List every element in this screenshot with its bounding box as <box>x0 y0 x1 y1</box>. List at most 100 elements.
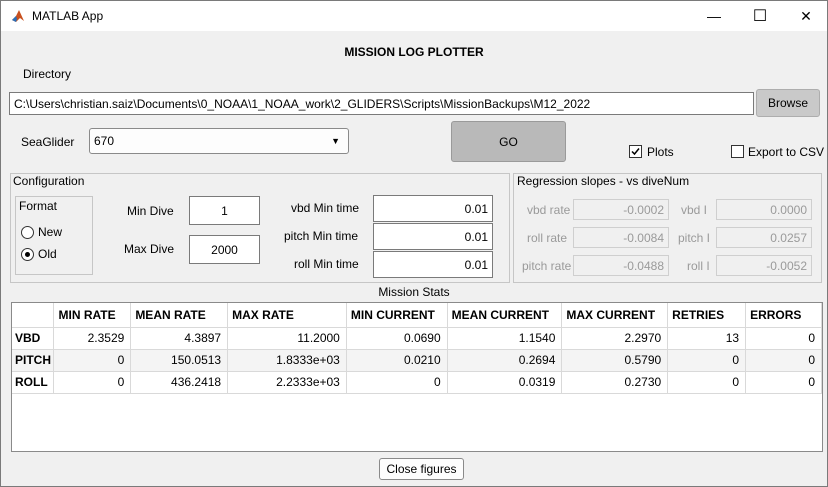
table-cell[interactable]: 436.2418 <box>130 371 229 394</box>
table-header-row: MIN RATE MEAN RATE MAX RATE MIN CURRENT … <box>12 303 822 328</box>
pitch-rate-field: -0.0488 <box>573 255 669 276</box>
table-cell[interactable]: 150.0513 <box>130 349 229 372</box>
format-old-label: Old <box>38 247 57 261</box>
mission-stats-title: Mission Stats <box>378 285 450 299</box>
column-header[interactable]: MEAN CURRENT <box>447 303 563 328</box>
export-csv-checkbox[interactable] <box>731 145 744 158</box>
column-header[interactable]: MIN CURRENT <box>346 303 448 328</box>
min-dive-label: Min Dive <box>127 204 174 218</box>
format-new-label: New <box>38 225 63 239</box>
pitch-i-label: pitch I <box>678 231 711 245</box>
checkmark-icon <box>631 148 640 156</box>
seaglider-dropdown[interactable]: 670 ▼ <box>89 128 349 154</box>
pitch-i-value: 0.0257 <box>770 230 807 245</box>
column-header[interactable]: MEAN RATE <box>130 303 229 328</box>
max-dive-field[interactable]: 2000 <box>189 235 260 264</box>
table-cell[interactable]: 0.2694 <box>447 349 563 372</box>
table-row: VBD 2.3529 4.3897 11.2000 0.0690 1.1540 … <box>12 327 822 350</box>
row-header[interactable]: PITCH <box>12 349 55 372</box>
table-cell[interactable]: 0 <box>745 349 822 372</box>
seaglider-label: SeaGlider <box>21 135 75 149</box>
vbd-rate-value: -0.0002 <box>623 202 664 217</box>
table-cell[interactable]: 0 <box>667 371 747 394</box>
seaglider-selected: 670 <box>94 134 115 148</box>
roll-min-time-label: roll Min time <box>294 257 359 271</box>
column-header[interactable]: RETRIES <box>667 303 747 328</box>
browse-button[interactable]: Browse <box>756 89 820 117</box>
format-new-radio[interactable] <box>21 226 34 239</box>
vbd-min-time-value: 0.01 <box>464 201 488 216</box>
close-button[interactable]: ✕ <box>783 1 828 31</box>
close-icon: ✕ <box>800 7 812 24</box>
directory-label: Directory <box>23 67 72 81</box>
table-cell[interactable]: 0 <box>745 327 822 350</box>
minimize-icon: — <box>707 8 721 24</box>
roll-rate-field: -0.0084 <box>573 227 669 248</box>
mission-stats-table[interactable]: MIN RATE MEAN RATE MAX RATE MIN CURRENT … <box>11 302 823 452</box>
app-title: MISSION LOG PLOTTER <box>344 45 484 59</box>
go-label: GO <box>499 134 518 149</box>
directory-value: C:\Users\christian.saiz\Documents\0_NOAA… <box>14 96 591 111</box>
directory-field[interactable]: C:\Users\christian.saiz\Documents\0_NOAA… <box>9 92 754 115</box>
table-cell[interactable]: 0.2730 <box>561 371 669 394</box>
table-cell[interactable]: 2.2333e+03 <box>227 371 347 394</box>
column-header[interactable]: MAX CURRENT <box>561 303 669 328</box>
roll-i-field: -0.0052 <box>716 255 812 276</box>
vbd-i-field: 0.0000 <box>716 199 812 220</box>
title-bar: MATLAB App — ☐ ✕ <box>1 1 827 31</box>
max-dive-label: Max Dive <box>124 242 175 256</box>
table-cell[interactable]: 2.3529 <box>53 327 132 350</box>
table-cell[interactable]: 0 <box>667 349 747 372</box>
column-header[interactable] <box>12 303 55 328</box>
pitch-min-time-field[interactable]: 0.01 <box>373 223 493 250</box>
table-cell[interactable]: 4.3897 <box>130 327 229 350</box>
table-cell[interactable]: 0.0210 <box>346 349 448 372</box>
roll-rate-value: -0.0084 <box>623 230 664 245</box>
close-figures-button[interactable]: Close figures <box>379 458 464 480</box>
pitch-rate-label: pitch rate <box>522 259 572 273</box>
table-cell[interactable]: 0.5790 <box>561 349 669 372</box>
maximize-icon: ☐ <box>752 8 768 25</box>
export-csv-label: Export to CSV <box>748 145 825 159</box>
table-cell[interactable]: 13 <box>667 327 747 350</box>
roll-rate-label: roll rate <box>527 231 568 245</box>
pitch-min-time-value: 0.01 <box>464 229 488 244</box>
plots-checkbox[interactable] <box>629 145 642 158</box>
vbd-i-label: vbd I <box>681 203 708 217</box>
chevron-down-icon: ▼ <box>331 136 340 146</box>
window-title: MATLAB App <box>32 9 104 23</box>
column-header[interactable]: MAX RATE <box>227 303 347 328</box>
table-cell[interactable]: 1.1540 <box>447 327 563 350</box>
table-cell[interactable]: 0 <box>53 349 132 372</box>
roll-min-time-field[interactable]: 0.01 <box>373 251 493 278</box>
column-header[interactable]: MIN RATE <box>53 303 132 328</box>
table-cell[interactable]: 2.2970 <box>561 327 669 350</box>
min-dive-field[interactable]: 1 <box>189 196 260 225</box>
table-cell[interactable]: 1.8333e+03 <box>227 349 347 372</box>
table-cell[interactable]: 0 <box>53 371 132 394</box>
row-header[interactable]: VBD <box>12 327 55 350</box>
vbd-i-value: 0.0000 <box>770 202 807 217</box>
table-cell[interactable]: 0 <box>745 371 822 394</box>
maximize-button[interactable]: ☐ <box>737 1 783 31</box>
vbd-min-time-field[interactable]: 0.01 <box>373 195 493 222</box>
table-row: ROLL 0 436.2418 2.2333e+03 0 0.0319 0.27… <box>12 371 822 394</box>
roll-min-time-value: 0.01 <box>464 257 488 272</box>
max-dive-value: 2000 <box>211 242 238 257</box>
go-button[interactable]: GO <box>451 121 566 162</box>
close-figures-label: Close figures <box>386 462 457 476</box>
format-old-radio[interactable] <box>21 248 34 261</box>
plots-label: Plots <box>647 145 674 159</box>
table-row: PITCH 0 150.0513 1.8333e+03 0.0210 0.269… <box>12 349 822 372</box>
min-dive-value: 1 <box>221 203 228 218</box>
table-cell[interactable]: 0.0690 <box>346 327 448 350</box>
configuration-title: Configuration <box>13 174 85 188</box>
table-cell[interactable]: 0 <box>346 371 448 394</box>
pitch-i-field: 0.0257 <box>716 227 812 248</box>
minimize-button[interactable]: — <box>691 1 737 31</box>
row-header[interactable]: ROLL <box>12 371 55 394</box>
column-header[interactable]: ERRORS <box>745 303 822 328</box>
vbd-min-time-label: vbd Min time <box>291 201 360 215</box>
table-cell[interactable]: 0.0319 <box>447 371 563 394</box>
table-cell[interactable]: 11.2000 <box>227 327 347 350</box>
